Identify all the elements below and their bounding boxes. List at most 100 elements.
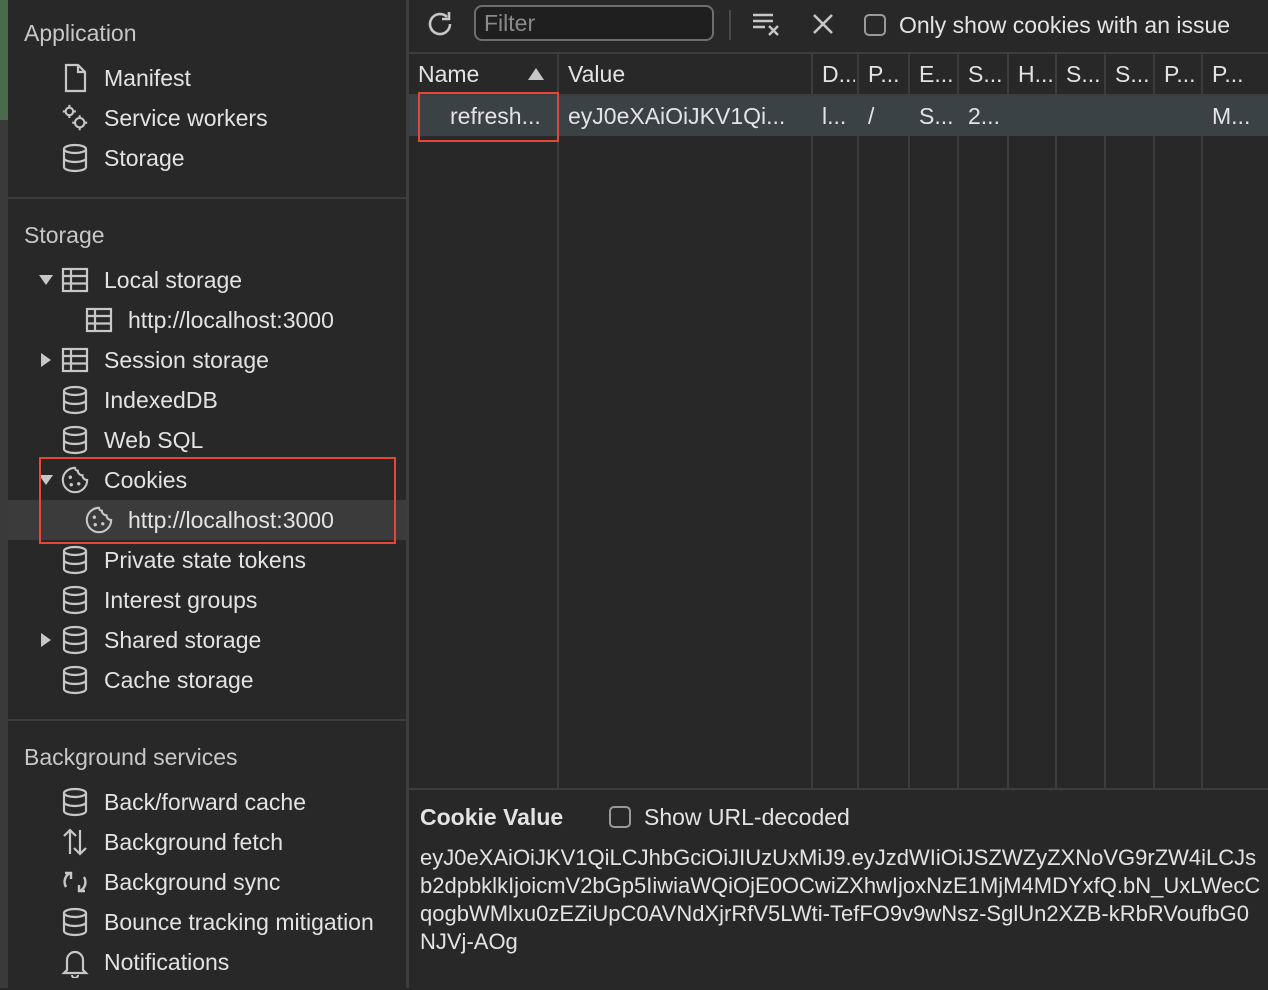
- column-header-name[interactable]: Name: [418, 54, 550, 94]
- sidebar-item-storage[interactable]: Storage: [8, 138, 406, 178]
- column-header-domain[interactable]: D...: [822, 54, 855, 94]
- cell-expires[interactable]: S...: [919, 96, 955, 136]
- sidebar-item-background-sync[interactable]: Background sync: [8, 862, 406, 902]
- only-issues-label: Only show cookies with an issue: [899, 12, 1231, 38]
- toolbar-separator: [729, 10, 731, 40]
- column-divider[interactable]: [811, 54, 813, 788]
- column-divider[interactable]: [1201, 54, 1203, 788]
- cookie-value-text[interactable]: eyJ0eXAiOiJKV1QiLCJhbGciOiJIUzUxMiJ9.eyJ…: [420, 844, 1262, 956]
- sidebar-item-cookies[interactable]: Cookies: [8, 460, 406, 500]
- sidebar-item-private-state-tokens[interactable]: Private state tokens: [8, 540, 406, 580]
- sidebar-item-notifications[interactable]: Notifications: [8, 942, 406, 982]
- sidebar-item-label: Background fetch: [104, 828, 284, 855]
- gears-icon: [60, 103, 90, 133]
- sidebar-item-cookies-origin[interactable]: http://localhost:3000: [8, 500, 406, 540]
- column-header-path[interactable]: P...: [868, 54, 906, 94]
- collapse-arrow-icon[interactable]: [38, 632, 54, 648]
- column-header-samesite[interactable]: S...: [1115, 54, 1151, 94]
- cell-name[interactable]: refresh...: [450, 96, 550, 136]
- sidebar-item-label: Interest groups: [104, 586, 258, 613]
- clear-all-cookies-button[interactable]: [805, 8, 841, 44]
- table-header: Name Value D... P... E... S... H... S...…: [409, 54, 1268, 96]
- column-divider[interactable]: [1153, 54, 1155, 788]
- database-icon: [60, 907, 90, 937]
- sort-ascending-icon: [528, 68, 544, 80]
- table-row[interactable]: refresh... eyJ0eXAiOiJKV1Qi... l... / S.…: [409, 96, 1268, 136]
- sidebar-item-shared-storage[interactable]: Shared storage: [8, 620, 406, 660]
- sidebar-item-label: Cache storage: [104, 666, 254, 693]
- sidebar-item-session-storage[interactable]: Session storage: [8, 340, 406, 380]
- sidebar-item-label: Private state tokens: [104, 546, 306, 573]
- column-divider[interactable]: [1055, 54, 1057, 788]
- cell-partition-key[interactable]: [1164, 96, 1199, 136]
- database-icon: [60, 385, 90, 415]
- refresh-button[interactable]: [422, 8, 458, 44]
- sidebar-item-cache-storage[interactable]: Cache storage: [8, 660, 406, 700]
- sidebar-item-back-forward-cache[interactable]: Back/forward cache: [8, 782, 406, 822]
- section-heading-application: Application: [24, 20, 137, 46]
- up-down-arrows-icon: [60, 827, 90, 857]
- expand-arrow-icon[interactable]: [38, 272, 54, 288]
- sidebar-divider: [8, 719, 406, 721]
- column-divider[interactable]: [957, 54, 959, 788]
- column-header-partition-key[interactable]: P...: [1164, 54, 1199, 94]
- database-icon: [60, 625, 90, 655]
- cell-domain[interactable]: l...: [822, 96, 855, 136]
- column-divider[interactable]: [1007, 54, 1009, 788]
- sidebar-item-bounce-tracking-mitigation[interactable]: Bounce tracking mitigation: [8, 902, 406, 942]
- section-heading-background-services: Background services: [24, 744, 238, 770]
- column-divider[interactable]: [1104, 54, 1106, 788]
- window-edge-accent: [0, 0, 8, 120]
- sidebar-item-indexeddb[interactable]: IndexedDB: [8, 380, 406, 420]
- window-edge: [0, 0, 8, 988]
- sidebar-item-label: Web SQL: [104, 426, 204, 453]
- cell-value[interactable]: eyJ0eXAiOiJKV1Qi...: [568, 96, 806, 136]
- sidebar-item-label: Service workers: [104, 104, 268, 131]
- cell-httponly[interactable]: [1018, 96, 1053, 136]
- column-header-expires[interactable]: E...: [919, 54, 955, 94]
- only-issues-checkbox[interactable]: [864, 14, 886, 36]
- cookie-value-title: Cookie Value: [420, 804, 564, 830]
- database-icon: [60, 787, 90, 817]
- sidebar-item-local-storage-origin[interactable]: http://localhost:3000: [8, 300, 406, 340]
- show-url-decoded-label: Show URL-decoded: [644, 804, 850, 830]
- sidebar-item-manifest[interactable]: Manifest: [8, 58, 406, 98]
- database-icon: [60, 425, 90, 455]
- sidebar-item-label: Shared storage: [104, 626, 262, 653]
- column-header-httponly[interactable]: H...: [1018, 54, 1053, 94]
- cookie-icon: [60, 465, 90, 495]
- cookies-toolbar: Only show cookies with an issue: [409, 0, 1268, 54]
- collapse-arrow-icon[interactable]: [38, 352, 54, 368]
- sidebar-item-service-workers[interactable]: Service workers: [8, 98, 406, 138]
- sidebar-item-label: Bounce tracking mitigation: [104, 908, 374, 935]
- expand-arrow-icon[interactable]: [38, 472, 54, 488]
- cell-size[interactable]: 2...: [968, 96, 1005, 136]
- cell-samesite[interactable]: [1115, 96, 1151, 136]
- sidebar-item-label: Manifest: [104, 64, 191, 91]
- bell-icon: [60, 947, 90, 978]
- document-icon: [60, 63, 90, 93]
- cell-priority[interactable]: M...: [1212, 96, 1262, 136]
- sidebar-item-interest-groups[interactable]: Interest groups: [8, 580, 406, 620]
- sidebar-item-local-storage[interactable]: Local storage: [8, 260, 406, 300]
- cell-path[interactable]: /: [868, 96, 906, 136]
- filter-input[interactable]: [474, 5, 714, 41]
- sidebar-item-web-sql[interactable]: Web SQL: [8, 420, 406, 460]
- sidebar-item-label: http://localhost:3000: [128, 506, 334, 533]
- sidebar-item-label: Storage: [104, 144, 185, 171]
- column-divider[interactable]: [908, 54, 910, 788]
- database-icon: [60, 665, 90, 695]
- cell-secure[interactable]: [1066, 96, 1102, 136]
- show-url-decoded-checkbox[interactable]: [609, 806, 631, 828]
- column-divider[interactable]: [557, 54, 559, 788]
- column-header-priority[interactable]: P...: [1212, 54, 1262, 94]
- column-header-size[interactable]: S...: [968, 54, 1005, 94]
- cookie-icon: [84, 505, 114, 535]
- column-header-value[interactable]: Value: [568, 54, 806, 94]
- clear-filtered-icon: [750, 10, 782, 43]
- column-header-secure[interactable]: S...: [1066, 54, 1102, 94]
- sidebar-item-background-fetch[interactable]: Background fetch: [8, 822, 406, 862]
- table-icon: [84, 305, 114, 335]
- column-divider[interactable]: [857, 54, 859, 788]
- clear-filtered-cookies-button[interactable]: [748, 8, 784, 44]
